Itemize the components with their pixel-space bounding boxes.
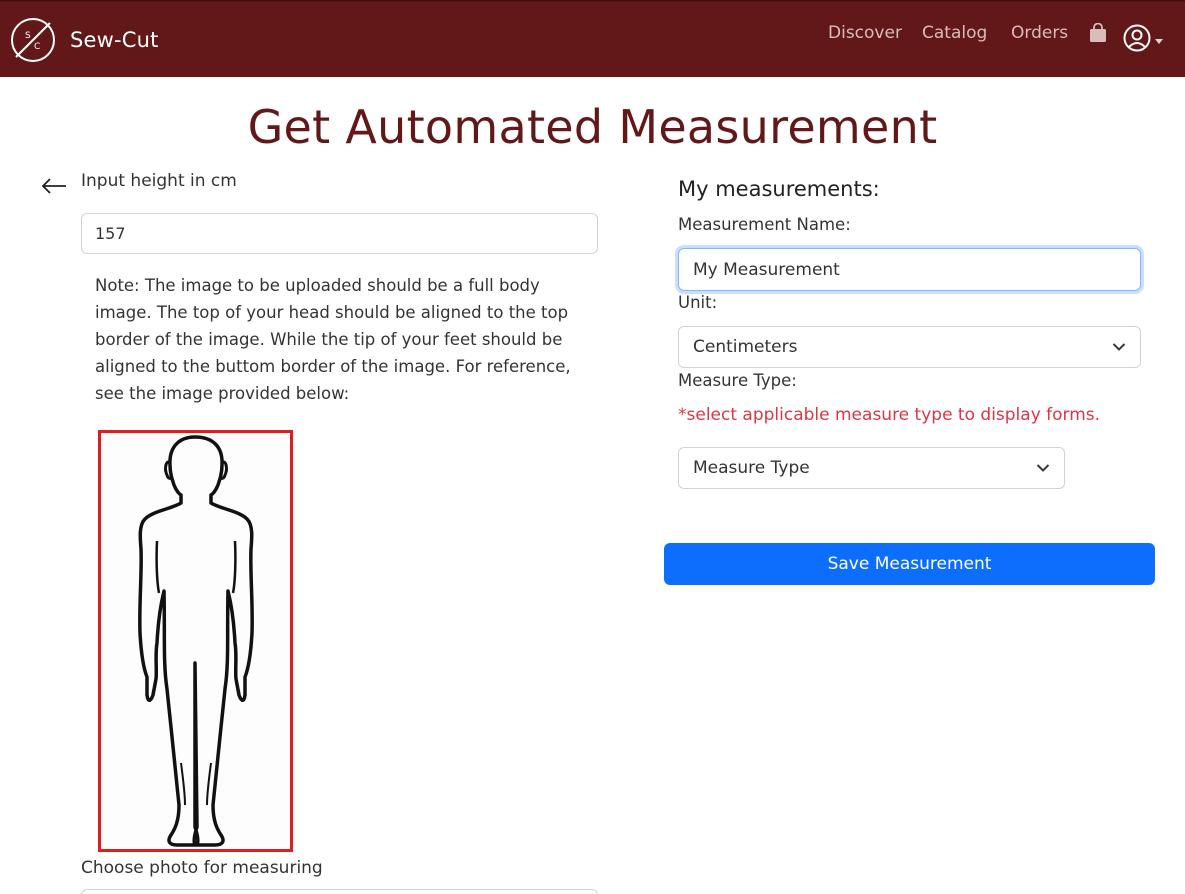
photo-upload-label: Choose photo for measuring [81, 858, 323, 878]
nav-catalog[interactable]: Catalog [922, 23, 987, 43]
brand-name[interactable]: Sew-Cut [70, 28, 159, 52]
navbar: S C Sew-Cut Discover Catalog Orders [0, 0, 1185, 77]
sew-cut-logo-icon: S C [11, 18, 55, 62]
measure-type-select-value: Measure Type [693, 458, 810, 478]
user-circle-icon[interactable] [1123, 24, 1151, 52]
photo-file-input[interactable] [81, 889, 598, 894]
save-measurement-button[interactable]: Save Measurement [664, 543, 1155, 585]
unit-label: Unit: [678, 293, 718, 312]
measurement-name-label: Measurement Name: [678, 215, 851, 234]
unit-select[interactable]: Centimeters [678, 326, 1141, 368]
upload-note: Note: The image to be uploaded should be… [95, 276, 571, 403]
svg-text:C: C [34, 42, 40, 52]
height-label: Input height in cm [81, 171, 237, 191]
height-input[interactable] [81, 213, 598, 254]
reference-body-image [98, 430, 293, 852]
nav-orders[interactable]: Orders [1011, 23, 1068, 43]
measure-type-select[interactable]: Measure Type [678, 447, 1065, 489]
caret-down-icon[interactable] [1155, 39, 1163, 44]
measure-type-label: Measure Type: [678, 371, 797, 390]
nav-discover[interactable]: Discover [828, 23, 902, 43]
body-outline-icon [138, 435, 254, 847]
chevron-down-icon [1112, 343, 1126, 351]
bag-icon[interactable] [1089, 23, 1107, 43]
chevron-down-icon [1036, 464, 1050, 472]
back-arrow-icon[interactable] [41, 176, 67, 196]
brand[interactable]: S C Sew-Cut [9, 16, 159, 64]
measurements-heading: My measurements: [678, 177, 880, 201]
measure-type-hint: *select applicable measure type to displ… [678, 405, 1101, 425]
measurement-name-input[interactable] [678, 248, 1141, 291]
svg-text:S: S [25, 31, 31, 41]
page-title: Get Automated Measurement [247, 100, 938, 154]
unit-select-value: Centimeters [693, 337, 798, 357]
